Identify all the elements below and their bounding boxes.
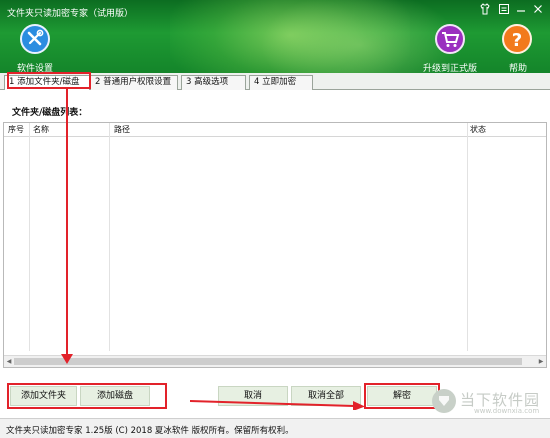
- main-panel: 文件夹/磁盘列表： 序号 名称 路径 状态 ◀ ▶ 添加文件夹 添加磁盘 取消 …: [0, 90, 550, 420]
- scroll-right-icon[interactable]: ▶: [536, 356, 546, 367]
- tab-label: 2 普通用户权限设置: [95, 77, 172, 87]
- watermark-logo-icon: [432, 389, 456, 413]
- folder-list-table[interactable]: 序号 名称 路径 状态 ◀ ▶: [3, 122, 547, 368]
- tab-label: 4 立即加密: [254, 77, 297, 87]
- status-bar: 文件夹只读加密专家 1.25版 (C) 2018 夏冰软件 版权所有。保留所有权…: [0, 418, 550, 438]
- annotation-arrow-right: [190, 400, 365, 410]
- tab-encrypt-now[interactable]: 4 立即加密: [249, 75, 313, 90]
- column-divider: [29, 123, 30, 351]
- minimize-icon[interactable]: [514, 3, 528, 17]
- app-header: 文件夹只读加密专家（试用版） 软件设置 升级到正式版 ? 帮助: [0, 0, 550, 73]
- watermark-url: www.downxia.com: [474, 407, 540, 415]
- column-header-name[interactable]: 名称: [33, 124, 49, 135]
- annotation-box-add-buttons: [7, 383, 167, 409]
- status-text: 文件夹只读加密专家 1.25版 (C) 2018 夏冰软件 版权所有。保留所有权…: [6, 426, 294, 436]
- annotation-box-tab: [7, 72, 91, 89]
- help-button[interactable]: 帮助: [509, 61, 527, 73]
- tab-advanced[interactable]: 3 高级选项: [181, 75, 246, 90]
- column-divider: [109, 123, 110, 351]
- cart-icon[interactable]: [435, 24, 465, 54]
- svg-text:?: ?: [512, 30, 522, 51]
- settings-icon[interactable]: [20, 24, 50, 54]
- menu-icon[interactable]: [497, 3, 511, 17]
- scroll-left-icon[interactable]: ◀: [4, 356, 14, 367]
- column-divider: [467, 123, 468, 351]
- help-icon[interactable]: ?: [502, 24, 532, 54]
- horizontal-scrollbar[interactable]: ◀ ▶: [4, 355, 546, 367]
- list-heading: 文件夹/磁盘列表：: [12, 108, 88, 118]
- annotation-arrow-head-down: [61, 354, 73, 364]
- close-icon[interactable]: [531, 3, 545, 17]
- column-header-path[interactable]: 路径: [114, 124, 130, 135]
- column-header-status[interactable]: 状态: [470, 124, 486, 135]
- upgrade-button[interactable]: 升级到正式版: [423, 61, 477, 73]
- tab-user-permissions[interactable]: 2 普通用户权限设置: [90, 75, 178, 90]
- annotation-box-decrypt: [364, 383, 440, 409]
- annotation-arrow-line: [66, 89, 68, 357]
- scrollbar-thumb[interactable]: [14, 358, 522, 365]
- column-header-index[interactable]: 序号: [8, 124, 24, 135]
- tab-label: 3 高级选项: [186, 77, 229, 87]
- skin-icon[interactable]: [478, 3, 492, 17]
- table-header: 序号 名称 路径 状态: [4, 123, 546, 137]
- window-title: 文件夹只读加密专家（试用版）: [7, 9, 134, 19]
